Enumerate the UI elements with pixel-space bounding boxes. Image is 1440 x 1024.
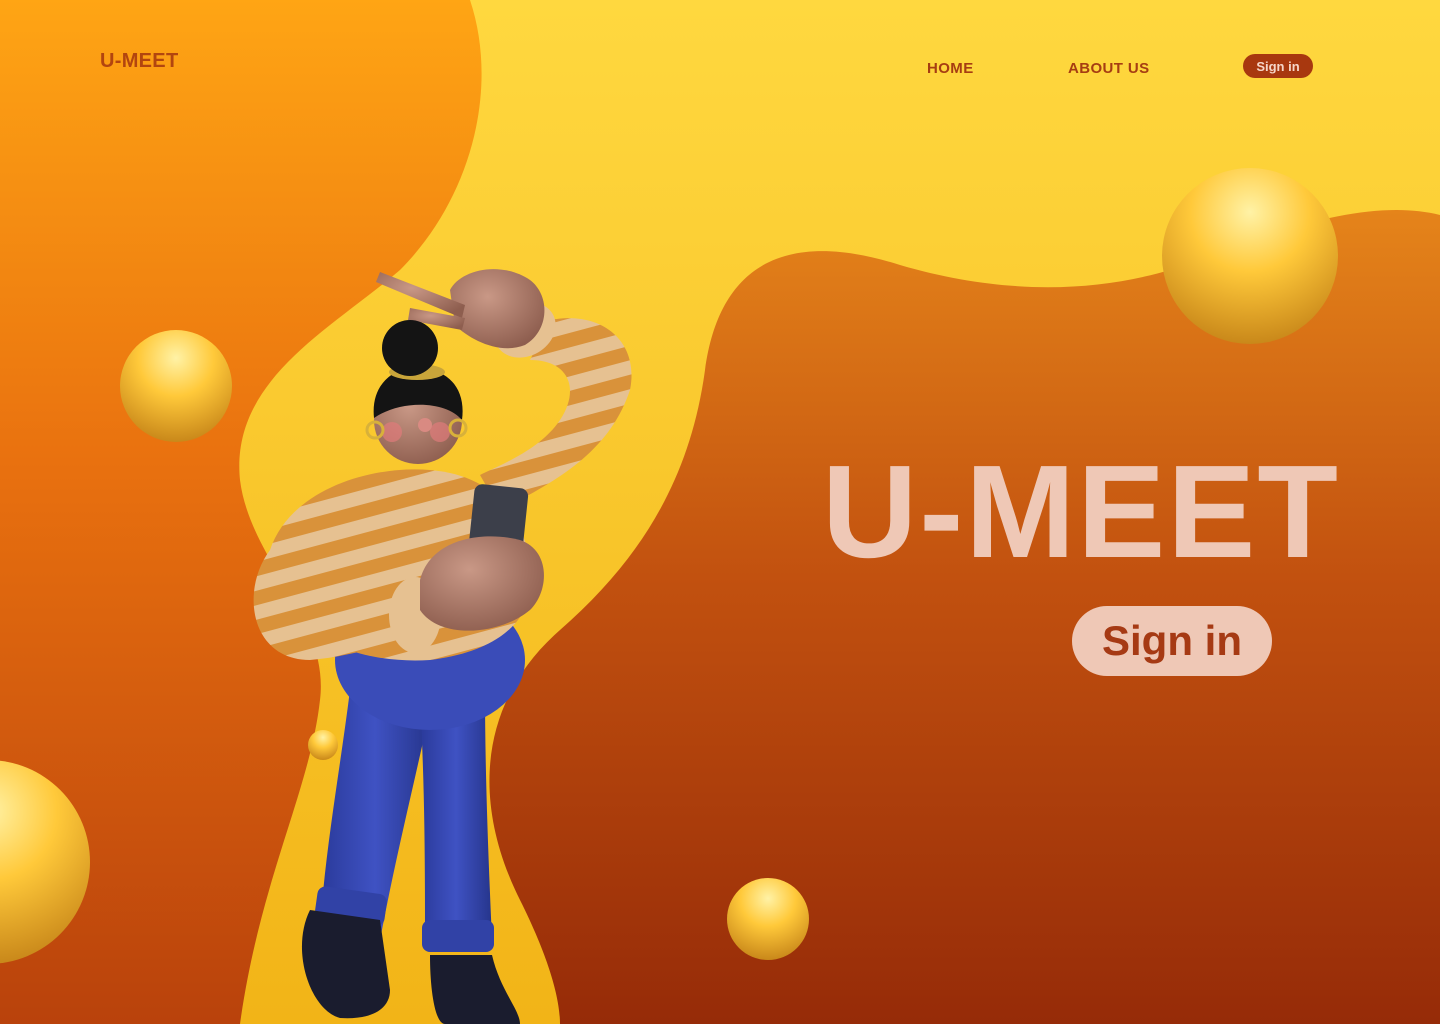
nav-link-about-us[interactable]: ABOUT US <box>1068 60 1150 77</box>
hero-title: U-MEET <box>822 438 1340 585</box>
character-illustration <box>253 269 632 1024</box>
hero-sign-in-button[interactable]: Sign in <box>1072 606 1272 676</box>
nav-logo[interactable]: U-MEET <box>100 50 178 73</box>
nav-sign-in-button[interactable]: Sign in <box>1243 54 1313 78</box>
nav-link-home[interactable]: HOME <box>927 60 974 77</box>
